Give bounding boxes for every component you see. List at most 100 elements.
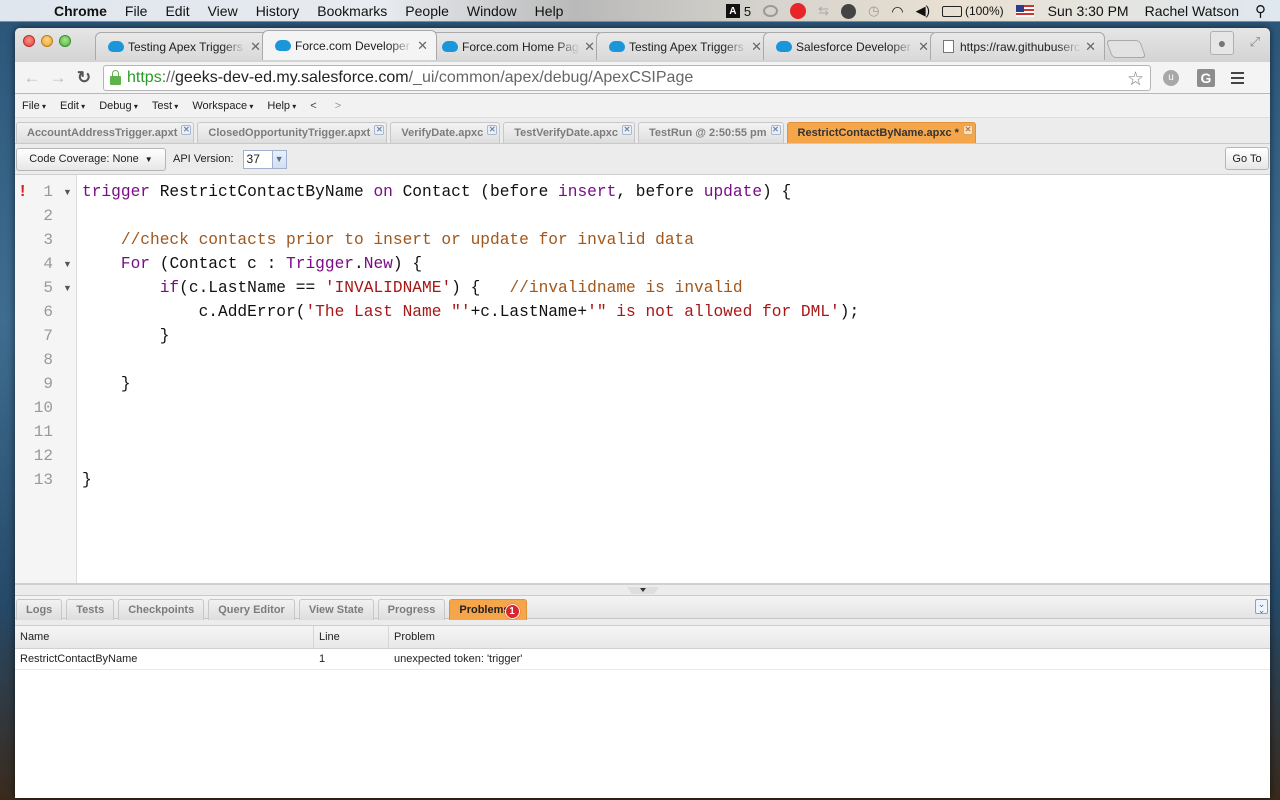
code-line[interactable]: 13} xyxy=(15,468,1270,492)
console-menu-test[interactable]: Test xyxy=(152,100,178,112)
code-line[interactable]: 5 ▼ if(c.LastName == 'INVALIDNAME') { //i… xyxy=(15,276,1270,300)
browser-tab[interactable]: https://raw.githubuserc ✕ xyxy=(930,32,1105,60)
bookmark-star-icon[interactable]: ☆ xyxy=(1127,68,1144,91)
extension-u-icon[interactable]: u xyxy=(1163,69,1179,86)
code-line[interactable]: 9 } xyxy=(15,372,1270,396)
code-line[interactable]: ! 1 ▼ trigger RestrictContactByName on Cont… xyxy=(15,180,1270,204)
tab-checkpoints[interactable]: Checkpoints xyxy=(118,599,205,620)
gear-status-icon[interactable] xyxy=(841,3,857,19)
error-marker-icon[interactable]: ! xyxy=(20,183,25,201)
tab-query-editor[interactable]: Query Editor xyxy=(208,599,295,620)
volume-icon[interactable]: ◀) xyxy=(916,3,930,19)
window-minimize-button[interactable] xyxy=(41,35,53,47)
browser-tab[interactable]: Testing Apex Triggers U ✕ xyxy=(95,32,270,60)
code-line[interactable]: 7 } xyxy=(15,324,1270,348)
extension-g-icon[interactable]: G xyxy=(1197,68,1215,87)
tab-progress[interactable]: Progress xyxy=(377,599,446,620)
forward-arrow-icon[interactable]: → xyxy=(45,68,71,88)
browser-tab-active[interactable]: Force.com Developer Co ✕ xyxy=(262,30,437,60)
tab-close-icon[interactable]: ✕ xyxy=(417,38,428,54)
red-status-icon[interactable] xyxy=(790,3,807,19)
code-line[interactable]: 12 xyxy=(15,444,1270,468)
user-name[interactable]: Rachel Watson xyxy=(1145,3,1239,19)
code-coverage-dropdown[interactable]: Code Coverage: None ▼ xyxy=(16,147,166,171)
code-line[interactable]: 2 xyxy=(15,204,1270,228)
chrome-menu-icon[interactable] xyxy=(1231,71,1244,84)
code-editor[interactable]: ! 1 ▼ trigger RestrictContactByName on Cont… xyxy=(15,174,1270,585)
file-tab-close-icon[interactable]: ✕ xyxy=(374,125,385,135)
tab-close-icon[interactable]: ✕ xyxy=(1085,39,1096,55)
console-menu-help[interactable]: Help xyxy=(267,100,296,112)
goto-button[interactable]: Go To xyxy=(1225,147,1269,170)
network-transfer-icon[interactable]: ⇆ xyxy=(818,3,829,19)
console-nav-back-button[interactable]: < xyxy=(310,100,316,112)
file-tab[interactable]: AccountAddressTrigger.apxt ✕ xyxy=(16,122,195,143)
battery-icon[interactable]: (100%) xyxy=(941,4,1004,18)
file-tab[interactable]: ClosedOpportunityTrigger.apxt ✕ xyxy=(197,122,388,143)
tab-close-icon[interactable]: ✕ xyxy=(751,39,762,55)
column-header-problem[interactable]: Problem xyxy=(389,626,1270,648)
api-version-select[interactable]: 37 ▼ xyxy=(242,149,287,169)
fullscreen-icon[interactable]: ⤢ xyxy=(1250,34,1260,50)
tab-close-icon[interactable]: ✕ xyxy=(584,39,595,55)
console-menu-workspace[interactable]: Workspace xyxy=(192,100,253,112)
clock[interactable]: Sun 3:30 PM xyxy=(1048,3,1129,19)
code-line[interactable]: 6 c.AddError('The Last Name "'+c.LastNam… xyxy=(15,300,1270,324)
console-menu-file[interactable]: File xyxy=(22,100,46,112)
profile-avatar-icon[interactable]: ● xyxy=(1210,31,1234,55)
tab-logs[interactable]: Logs xyxy=(16,599,63,620)
console-nav-forward-button[interactable]: > xyxy=(335,100,341,112)
adobe-status-icon[interactable]: A5 xyxy=(725,4,751,19)
creative-cloud-icon[interactable] xyxy=(763,5,779,17)
window-zoom-button[interactable] xyxy=(59,35,71,47)
spotlight-search-icon[interactable]: ⚲ xyxy=(1255,2,1266,20)
window-close-button[interactable] xyxy=(23,35,35,47)
browser-tab[interactable]: Force.com Home Page - ✕ xyxy=(429,32,604,60)
back-arrow-icon[interactable]: ← xyxy=(19,68,45,88)
menu-bookmarks[interactable]: Bookmarks xyxy=(317,3,387,19)
browser-tab[interactable]: Salesforce Developer Co ✕ xyxy=(763,32,938,60)
panel-resize-handle[interactable] xyxy=(627,587,659,594)
file-tab-close-icon[interactable]: ✕ xyxy=(770,125,781,135)
file-tab-close-icon[interactable]: ✕ xyxy=(962,125,973,135)
file-tab-close-icon[interactable]: ✕ xyxy=(181,125,192,135)
fold-toggle-icon[interactable]: ▼ xyxy=(63,187,72,197)
column-header-name[interactable]: Name xyxy=(15,626,314,648)
apple-menu-icon[interactable] xyxy=(18,2,36,20)
new-tab-button[interactable] xyxy=(1105,40,1147,58)
code-line[interactable]: 4 ▼ For (Contact c : Trigger.New) { xyxy=(15,252,1270,276)
file-tab-close-icon[interactable]: ✕ xyxy=(622,125,633,135)
tab-tests[interactable]: Tests xyxy=(66,599,115,620)
menu-window[interactable]: Window xyxy=(467,3,517,19)
tab-close-icon[interactable]: ✕ xyxy=(918,39,929,55)
input-source-flag-icon[interactable] xyxy=(1015,5,1034,17)
wifi-icon[interactable]: ◠ xyxy=(891,3,903,20)
column-header-line[interactable]: Line xyxy=(314,626,389,648)
fold-toggle-icon[interactable]: ▼ xyxy=(63,259,72,269)
collapse-panel-icon[interactable]: ⌄ ⌄ xyxy=(1255,599,1268,614)
file-tab[interactable]: VerifyDate.apxc ✕ xyxy=(390,122,501,143)
file-tab[interactable]: TestVerifyDate.apxc ✕ xyxy=(503,122,636,143)
time-machine-icon[interactable]: ◷ xyxy=(868,3,879,19)
chevron-down-icon[interactable]: ▼ xyxy=(271,150,286,168)
file-tab-close-icon[interactable]: ✕ xyxy=(487,125,498,135)
fold-toggle-icon[interactable]: ▼ xyxy=(63,283,72,293)
code-line[interactable]: 10 xyxy=(15,396,1270,420)
console-menu-edit[interactable]: Edit xyxy=(60,100,85,112)
menu-file[interactable]: File xyxy=(125,3,148,19)
tab-problems[interactable]: Problems 1 xyxy=(449,599,527,620)
code-line[interactable]: 3 //check contacts prior to insert or up… xyxy=(15,228,1270,252)
console-menu-debug[interactable]: Debug xyxy=(99,100,138,112)
menu-view[interactable]: View xyxy=(208,3,238,19)
menu-history[interactable]: History xyxy=(256,3,300,19)
menu-people[interactable]: People xyxy=(405,3,449,19)
code-line[interactable]: 11 xyxy=(15,420,1270,444)
address-bar[interactable]: https://geeks-dev-ed.my.salesforce.com/_… xyxy=(103,64,1151,91)
menu-edit[interactable]: Edit xyxy=(165,3,189,19)
tab-view-state[interactable]: View State xyxy=(298,599,374,620)
file-tab[interactable]: TestRun @ 2:50:55 pm ✕ xyxy=(638,122,784,143)
menu-app-chrome[interactable]: Chrome xyxy=(54,3,107,19)
tab-close-icon[interactable]: ✕ xyxy=(250,39,261,55)
menu-help[interactable]: Help xyxy=(535,3,564,19)
table-row[interactable]: RestrictContactByName 1 unexpected token… xyxy=(15,649,1270,670)
